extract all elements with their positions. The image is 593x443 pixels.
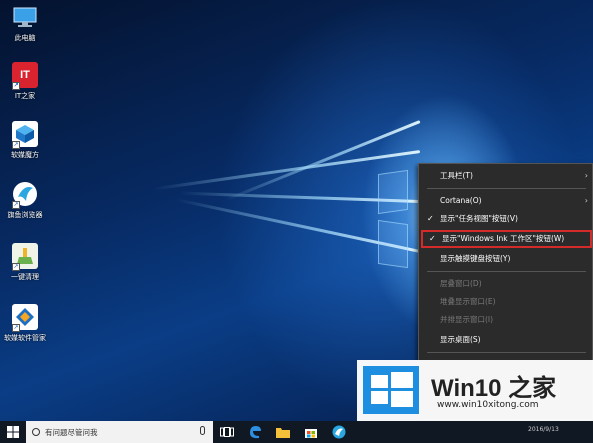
watermark-url: www.win10xitong.com [437,400,539,410]
menu-item-label: 工具栏(T) [440,171,473,180]
chevron-right-icon: › [584,196,588,205]
menu-item-label: 显示"任务视图"按钮(V) [440,214,518,223]
browser-icon: ↗ [12,181,38,209]
clock-date[interactable]: 2016/9/13 [528,426,559,433]
menu-item-toolbars[interactable]: 工具栏(T) › [419,167,593,185]
checkmark-icon: ✓ [427,214,434,223]
folder-icon [276,427,290,438]
windows-logo-icon [363,366,419,414]
chevron-right-icon: › [584,171,588,180]
menu-item-side-by-side[interactable]: 并排显示窗口(I) [419,311,593,329]
cortana-circle-icon [32,428,40,436]
desktop-icon-label: 一键清理 [11,273,39,281]
desktop-icon-label: 此电脑 [14,34,36,42]
window-logo-pane [378,169,408,215]
desktop: 此电脑 IT ↗ IT之家 ↗ 软媒魔方 ↗ 旗鱼浏览器 ↗ 一键清理 ↗ 软媒… [0,0,593,421]
menu-item-show-task-view[interactable]: ✓ 显示"任务视图"按钮(V) [419,210,593,228]
edge-icon [250,426,261,439]
menu-item-cortana[interactable]: Cortana(O) › [419,192,593,210]
computer-icon [12,4,38,30]
menu-item-label: 并排显示窗口(I) [440,315,494,324]
task-view-button[interactable] [213,421,241,443]
cleanup-icon: ↗ [12,243,38,271]
pinned-browser-button[interactable] [325,421,353,443]
menu-item-label: 显示桌面(S) [440,335,481,344]
desktop-icon-rm-cube[interactable]: ↗ 软媒魔方 [2,121,48,160]
menu-item-label: 层叠窗口(D) [440,279,482,288]
watermark: Win10 之家 www.win10xitong.com [357,360,593,421]
desktop-icon-ithome[interactable]: IT ↗ IT之家 [2,62,48,101]
menu-item-label: 显示"Windows Ink 工作区"按钮(W) [442,234,565,243]
file-explorer-button[interactable] [269,421,297,443]
menu-separator [427,271,586,272]
cortana-search-box[interactable]: 有问题尽管问我 [26,421,213,443]
desktop-icon-this-pc[interactable]: 此电脑 [2,4,48,43]
menu-item-show-windows-ink[interactable]: ✓ 显示"Windows Ink 工作区"按钮(W) [421,230,592,248]
desktop-icon-cleanup[interactable]: ↗ 一键清理 [2,243,48,282]
menu-item-label: 堆叠显示窗口(E) [440,297,496,306]
menu-item-show-desktop[interactable]: 显示桌面(S) [419,331,593,349]
taskbar: 有问题尽管问我 [0,421,593,443]
desktop-icon-label: IT之家 [14,92,36,100]
edge-button[interactable] [241,421,269,443]
microphone-icon[interactable] [200,426,205,435]
menu-item-cascade-windows[interactable]: 层叠窗口(D) [419,275,593,293]
desktop-icon-label: 软媒魔方 [11,151,39,159]
menu-separator [427,352,586,353]
ithome-icon: IT ↗ [12,62,38,90]
browser-icon [332,425,346,439]
windows-logo-icon [7,426,19,438]
window-logo-pane [378,219,408,269]
desktop-icon-label: 旗鱼浏览器 [7,211,43,219]
checkmark-icon: ✓ [429,234,436,243]
menu-item-stack-windows[interactable]: 堆叠显示窗口(E) [419,293,593,311]
menu-item-show-touch-keyboard[interactable]: 显示触摸键盘按钮(Y) [419,250,593,268]
menu-separator [427,188,586,189]
menu-item-label: Cortana(O) [440,196,482,205]
cube-icon: ↗ [12,121,38,149]
start-button[interactable] [0,421,26,443]
desktop-icon-software-manager[interactable]: ↗ 软媒软件管家 [2,304,48,343]
software-manager-icon: ↗ [12,304,38,332]
store-icon [305,429,317,438]
desktop-icon-label: 软媒软件管家 [4,334,46,342]
menu-item-label: 显示触摸键盘按钮(Y) [440,254,511,263]
search-placeholder: 有问题尽管问我 [45,427,98,437]
store-button[interactable] [297,421,325,443]
ithome-icon-text: IT [20,69,30,81]
task-view-icon [220,427,234,437]
watermark-title: Win10 之家 [431,375,557,402]
desktop-icon-browser[interactable]: ↗ 旗鱼浏览器 [2,181,48,220]
